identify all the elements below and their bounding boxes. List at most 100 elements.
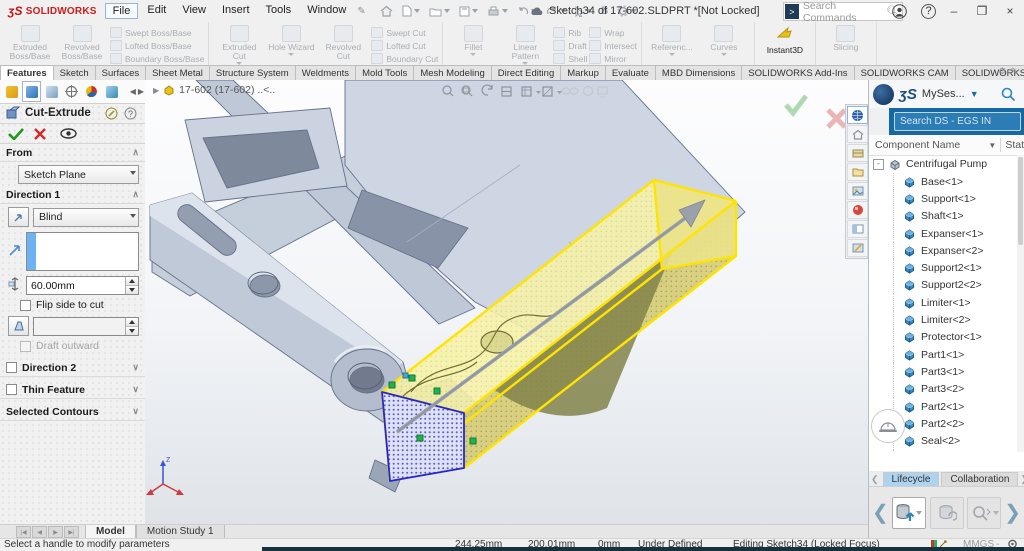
tab-home[interactable] — [847, 125, 868, 143]
user-avatar[interactable] — [873, 84, 894, 105]
help-icon[interactable]: ? — [921, 4, 936, 19]
component-row[interactable]: Expanser<1> — [869, 225, 1017, 242]
command-tab[interactable]: Weldments — [295, 65, 356, 80]
ribbon-small-button[interactable]: Rib — [553, 27, 587, 38]
tabs-scroll-right-icon[interactable]: ❯ — [1018, 474, 1024, 485]
ribbon-big-button[interactable]: Referenc... — [646, 24, 698, 56]
section-from[interactable]: From∧ — [0, 144, 145, 162]
end-condition-combo[interactable]: Blind — [33, 208, 139, 227]
command-tab[interactable]: Mold Tools — [355, 65, 414, 80]
keep-visible-pin-icon[interactable] — [105, 107, 118, 120]
component-row[interactable]: Support2<1> — [869, 259, 1017, 276]
new-document-icon[interactable] — [402, 5, 420, 17]
direction2-checkbox[interactable] — [6, 362, 17, 373]
home-icon[interactable] — [380, 5, 393, 17]
component-row[interactable]: Base<1> — [869, 173, 1017, 190]
menu-item[interactable]: Edit — [140, 3, 173, 19]
tree-root-row[interactable]: - Centrifugal Pump — [869, 155, 1017, 173]
ribbon-small-button[interactable]: Boundary Cut — [371, 53, 438, 64]
search-ds-input[interactable]: Search DS - EGS IN — [894, 112, 1021, 131]
menu-item[interactable]: Window — [300, 3, 353, 19]
print-icon[interactable] — [487, 6, 508, 17]
command-tab[interactable]: Structure System — [209, 65, 296, 80]
session-chevron-icon[interactable]: ▼ — [970, 89, 979, 99]
ribbon-options-icon[interactable]: ⚙ — [998, 66, 1006, 77]
ribbon-big-button[interactable]: Slicing — [820, 24, 872, 52]
graphics-viewport[interactable]: Z ▶ 17-602 (17-602) ..<.. — [145, 80, 868, 524]
ribbon-pin-icon[interactable]: ✎ — [1010, 66, 1018, 77]
command-tab[interactable]: SOLIDWORKS Add-Ins — [741, 65, 854, 80]
component-row[interactable]: Support<1> — [869, 190, 1017, 207]
component-row[interactable]: Limiter<1> — [869, 294, 1017, 311]
direction-reference-selection-box[interactable] — [26, 232, 139, 271]
tab-file-explorer[interactable] — [847, 163, 868, 181]
tab-cam-tree[interactable] — [102, 81, 121, 102]
ok-check-icon[interactable] — [8, 127, 24, 140]
ribbon-big-button[interactable]: Instant3D — [759, 24, 811, 55]
scrollbar-thumb[interactable] — [1018, 157, 1023, 245]
ribbon-small-button[interactable]: Mirror — [589, 53, 637, 64]
tab-configuration-manager[interactable] — [42, 81, 61, 102]
save-to-platform-button[interactable] — [892, 497, 926, 529]
ribbon-small-button[interactable]: Boundary Boss/Base — [110, 53, 204, 64]
col-component-name[interactable]: Component Name — [869, 139, 960, 151]
tabs-scroll-left-icon[interactable]: ❮ — [869, 474, 881, 485]
tab-display-manager[interactable] — [82, 81, 101, 102]
ribbon-big-button[interactable]: Revolved Boss/Base — [56, 24, 108, 61]
command-tab[interactable]: Evaluate — [605, 65, 656, 80]
preview-eye-icon[interactable] — [60, 128, 77, 139]
tab-dimxpert-manager[interactable] — [62, 81, 81, 102]
command-tab[interactable]: Direct Editing — [491, 65, 562, 80]
close-button[interactable]: × — [996, 4, 1024, 18]
tab-view-palette[interactable] — [847, 182, 868, 200]
ribbon-big-button[interactable]: Fillet — [447, 24, 499, 65]
ribbon-small-button[interactable]: Draft — [553, 40, 587, 51]
command-tab[interactable]: Markup — [560, 65, 606, 80]
open-icon[interactable] — [429, 6, 450, 17]
menu-item[interactable]: View — [175, 3, 213, 19]
ribbon-small-button[interactable]: Intersect — [589, 40, 637, 51]
command-tab[interactable]: Mesh Modeling — [413, 65, 491, 80]
model-3d-view[interactable]: Z — [145, 80, 868, 524]
depth-input[interactable]: 60.00mm — [26, 276, 139, 295]
menu-item[interactable]: Insert — [215, 3, 257, 19]
bottom-tab[interactable]: Motion Study 1 — [136, 525, 225, 539]
search-commands-box[interactable]: > Search Commands 🔍︎ — [783, 2, 903, 21]
restore-button[interactable]: ❐ — [968, 4, 996, 18]
tab-featuremanager-tree[interactable] — [2, 81, 21, 102]
reverse-direction-button[interactable] — [8, 207, 29, 227]
command-tab[interactable]: Features — [0, 65, 54, 80]
tab-3dexperience[interactable] — [847, 106, 868, 124]
ribbon-small-button[interactable]: Lofted Cut — [371, 40, 438, 51]
panel-tab-prev-icon[interactable]: ◀ — [130, 87, 136, 96]
bottom-tab[interactable]: Model — [85, 525, 136, 539]
panel-tab[interactable]: Collaboration — [941, 472, 1018, 486]
sheet-nav-buttons[interactable]: |◀◀▶▶| — [16, 526, 79, 538]
component-row[interactable]: Part3<2> — [869, 381, 1017, 398]
ribbon-small-button[interactable]: Swept Cut — [371, 27, 438, 38]
session-label[interactable]: MySes... — [922, 88, 965, 100]
save-icon[interactable] — [459, 6, 478, 17]
component-row[interactable]: Support2<2> — [869, 277, 1017, 294]
ribbon-big-button[interactable]: Hole Wizard — [265, 24, 317, 65]
ribbon-small-button[interactable]: Shell — [553, 53, 587, 64]
ribbon-big-button[interactable]: Extruded Boss/Base — [4, 24, 56, 61]
ribbon-big-button[interactable]: Extruded Cut — [213, 24, 265, 65]
thin-feature-checkbox[interactable] — [6, 384, 17, 395]
minimize-button[interactable]: – — [940, 4, 968, 18]
panel-tab-next-icon[interactable]: ▶ — [138, 87, 144, 96]
panel-tab[interactable]: Lifecycle — [883, 472, 940, 486]
command-tab[interactable]: MBD Dimensions — [655, 65, 742, 80]
component-row[interactable]: Expanser<2> — [869, 242, 1017, 259]
breadcrumb[interactable]: ▶ 17-602 (17-602) ..<.. — [153, 84, 275, 96]
draft-button[interactable] — [8, 316, 29, 336]
col-status[interactable]: Stat — [1005, 139, 1024, 151]
pin-menu-icon[interactable]: ✎ — [357, 6, 365, 17]
cancel-x-icon[interactable] — [34, 128, 46, 140]
from-condition-combo[interactable]: Sketch Plane — [18, 165, 139, 184]
section-thin-feature[interactable]: Thin Feature∨ — [0, 381, 145, 399]
menu-item[interactable]: File — [105, 3, 139, 19]
component-row[interactable]: Part3<1> — [869, 363, 1017, 380]
section-direction2[interactable]: Direction 2∨ — [0, 359, 145, 377]
user-account-icon[interactable] — [892, 4, 907, 19]
